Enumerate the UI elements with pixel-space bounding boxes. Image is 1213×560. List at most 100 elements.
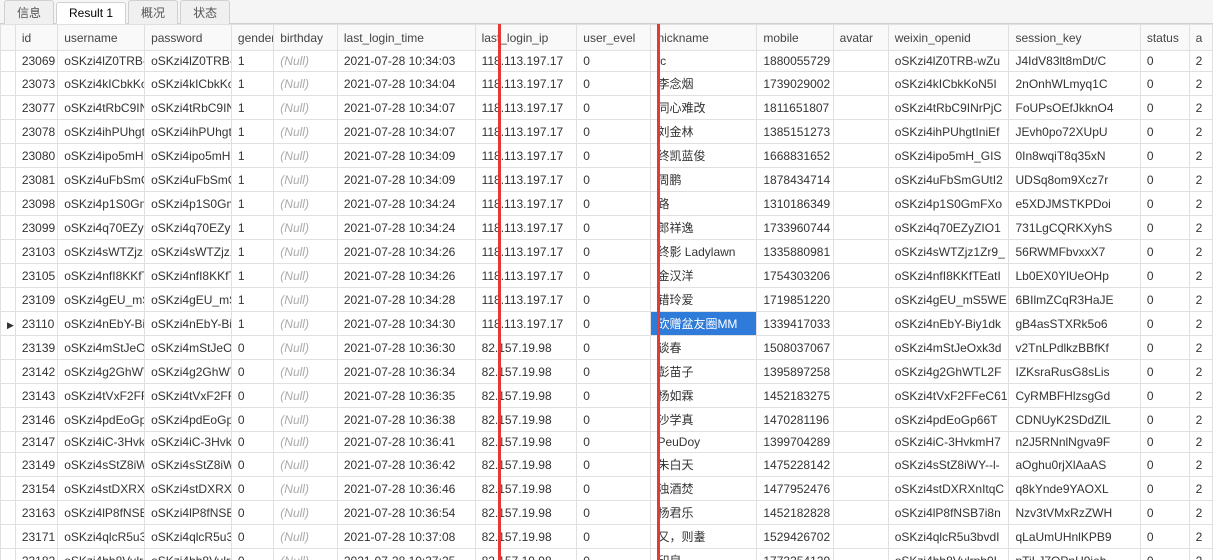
cell-last_login_ip[interactable]: 82.157.19.98 xyxy=(475,432,577,453)
cell-status[interactable]: 0 xyxy=(1140,96,1189,120)
cell-nickname[interactable]: 终影 Ladylawn xyxy=(651,240,757,264)
cell-gender[interactable]: 1 xyxy=(231,240,273,264)
cell-username[interactable]: oSKzi4mStJeOx xyxy=(58,336,145,360)
cell-gender[interactable]: 1 xyxy=(231,264,273,288)
cell-avatar[interactable] xyxy=(833,120,888,144)
cell-session_key[interactable]: CyRMBFHlzsgGd xyxy=(1009,384,1140,408)
cell-avatar[interactable] xyxy=(833,168,888,192)
cell-last_login_time[interactable]: 2021-07-28 10:34:07 xyxy=(337,120,475,144)
cell-birthday[interactable]: (Null) xyxy=(274,96,338,120)
cell-status[interactable]: 0 xyxy=(1140,432,1189,453)
cell-nickname[interactable]: 杨如霖 xyxy=(651,384,757,408)
cell-avatar[interactable] xyxy=(833,51,888,72)
cell-avatar[interactable] xyxy=(833,216,888,240)
cell-user_level[interactable]: 0 xyxy=(577,432,651,453)
cell-id[interactable]: 23182 xyxy=(15,549,57,560)
cell-user_level[interactable]: 0 xyxy=(577,384,651,408)
cell-status[interactable]: 0 xyxy=(1140,264,1189,288)
cell-user_level[interactable]: 0 xyxy=(577,120,651,144)
cell-last_login_time[interactable]: 2021-07-28 10:36:30 xyxy=(337,336,475,360)
cell-nickname[interactable]: 砍赠盆友圈MM xyxy=(651,312,757,336)
cell-last_login_time[interactable]: 2021-07-28 10:34:09 xyxy=(337,168,475,192)
cell-status[interactable]: 0 xyxy=(1140,72,1189,96)
cell-nickname[interactable]: 印泉 xyxy=(651,549,757,560)
cell-id[interactable]: 23078 xyxy=(15,120,57,144)
col-header-session_key[interactable]: session_key xyxy=(1009,25,1140,51)
cell-mobile[interactable]: 1477952476 xyxy=(757,477,833,501)
cell-username[interactable]: oSKzi4gEU_mS xyxy=(58,288,145,312)
cell-gender[interactable]: 1 xyxy=(231,51,273,72)
cell-avatar[interactable] xyxy=(833,549,888,560)
cell-mobile[interactable]: 1739029002 xyxy=(757,72,833,96)
cell-avatar[interactable] xyxy=(833,477,888,501)
cell-id[interactable]: 23069 xyxy=(15,51,57,72)
cell-last_login_ip[interactable]: 82.157.19.98 xyxy=(475,453,577,477)
cell-user_level[interactable]: 0 xyxy=(577,501,651,525)
cell-extra[interactable]: 2 xyxy=(1189,453,1212,477)
cell-gender[interactable]: 0 xyxy=(231,360,273,384)
table-row[interactable]: 23146oSKzi4pdEoGpoSKzi4pdEoGp0(Null)2021… xyxy=(1,408,1213,432)
cell-user_level[interactable]: 0 xyxy=(577,168,651,192)
cell-avatar[interactable] xyxy=(833,192,888,216)
cell-last_login_ip[interactable]: 82.157.19.98 xyxy=(475,360,577,384)
cell-birthday[interactable]: (Null) xyxy=(274,432,338,453)
cell-session_key[interactable]: gB4asSTXRk5o6 xyxy=(1009,312,1140,336)
cell-session_key[interactable]: e5XDJMSTKPDoi xyxy=(1009,192,1140,216)
cell-last_login_time[interactable]: 2021-07-28 10:36:46 xyxy=(337,477,475,501)
cell-username[interactable]: oSKzi4ipo5mH xyxy=(58,144,145,168)
cell-birthday[interactable]: (Null) xyxy=(274,216,338,240)
cell-gender[interactable]: 1 xyxy=(231,216,273,240)
cell-gender[interactable]: 0 xyxy=(231,336,273,360)
col-header-extra[interactable]: a xyxy=(1189,25,1212,51)
cell-avatar[interactable] xyxy=(833,240,888,264)
cell-password[interactable]: oSKzi4sWTZjz1 xyxy=(145,240,232,264)
cell-birthday[interactable]: (Null) xyxy=(274,72,338,96)
cell-password[interactable]: oSKzi4hh8Vulrp xyxy=(145,549,232,560)
col-header-weixin_openid[interactable]: weixin_openid xyxy=(888,25,1009,51)
cell-gender[interactable]: 1 xyxy=(231,288,273,312)
cell-nickname[interactable]: 错玲爱 xyxy=(651,288,757,312)
cell-last_login_time[interactable]: 2021-07-28 10:34:28 xyxy=(337,288,475,312)
cell-status[interactable]: 0 xyxy=(1140,336,1189,360)
cell-weixin_openid[interactable]: oSKzi4mStJeOxk3d xyxy=(888,336,1009,360)
table-row[interactable]: 23073oSKzi4kICbkKooSKzi4kICbkKo1(Null)20… xyxy=(1,72,1213,96)
cell-last_login_ip[interactable]: 82.157.19.98 xyxy=(475,384,577,408)
cell-id[interactable]: 23171 xyxy=(15,525,57,549)
cell-last_login_time[interactable]: 2021-07-28 10:34:04 xyxy=(337,72,475,96)
cell-weixin_openid[interactable]: oSKzi4ihPUhgtIniEf xyxy=(888,120,1009,144)
cell-birthday[interactable]: (Null) xyxy=(274,120,338,144)
cell-password[interactable]: oSKzi4uFbSmG xyxy=(145,168,232,192)
cell-extra[interactable]: 2 xyxy=(1189,525,1212,549)
cell-gender[interactable]: 1 xyxy=(231,144,273,168)
cell-birthday[interactable]: (Null) xyxy=(274,288,338,312)
table-row[interactable]: 23163oSKzi4lP8fNSBoSKzi4lP8fNSB0(Null)20… xyxy=(1,501,1213,525)
cell-status[interactable]: 0 xyxy=(1140,192,1189,216)
cell-last_login_ip[interactable]: 82.157.19.98 xyxy=(475,501,577,525)
cell-birthday[interactable]: (Null) xyxy=(274,525,338,549)
cell-last_login_ip[interactable]: 82.157.19.98 xyxy=(475,525,577,549)
cell-extra[interactable]: 2 xyxy=(1189,72,1212,96)
cell-avatar[interactable] xyxy=(833,144,888,168)
cell-gender[interactable]: 0 xyxy=(231,549,273,560)
cell-last_login_time[interactable]: 2021-07-28 10:34:26 xyxy=(337,240,475,264)
cell-avatar[interactable] xyxy=(833,360,888,384)
cell-id[interactable]: 23080 xyxy=(15,144,57,168)
cell-status[interactable]: 0 xyxy=(1140,288,1189,312)
cell-extra[interactable]: 2 xyxy=(1189,120,1212,144)
cell-id[interactable]: 23149 xyxy=(15,453,57,477)
cell-weixin_openid[interactable]: oSKzi4gEU_mS5WE xyxy=(888,288,1009,312)
cell-session_key[interactable]: n2J5RNnlNgva9F xyxy=(1009,432,1140,453)
cell-mobile[interactable]: 1385151273 xyxy=(757,120,833,144)
cell-username[interactable]: oSKzi4p1S0Gm xyxy=(58,192,145,216)
cell-status[interactable]: 0 xyxy=(1140,525,1189,549)
cell-user_level[interactable]: 0 xyxy=(577,144,651,168)
cell-avatar[interactable] xyxy=(833,288,888,312)
cell-nickname[interactable]: PeuDoy xyxy=(651,432,757,453)
cell-status[interactable]: 0 xyxy=(1140,384,1189,408)
cell-last_login_time[interactable]: 2021-07-28 10:34:03 xyxy=(337,51,475,72)
cell-id[interactable]: 23077 xyxy=(15,96,57,120)
cell-last_login_time[interactable]: 2021-07-28 10:37:25 xyxy=(337,549,475,560)
cell-id[interactable]: 23109 xyxy=(15,288,57,312)
cell-nickname[interactable]: 杨君乐 xyxy=(651,501,757,525)
cell-last_login_time[interactable]: 2021-07-28 10:34:09 xyxy=(337,144,475,168)
